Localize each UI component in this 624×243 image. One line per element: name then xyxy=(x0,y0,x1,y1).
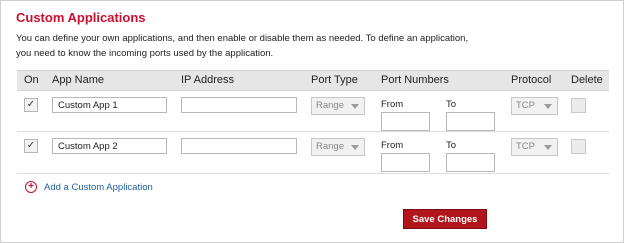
header-port-numbers: Port Numbers xyxy=(381,74,449,86)
app-name-input[interactable]: Custom App 1 xyxy=(52,97,167,113)
add-custom-application-link[interactable]: + Add a Custom Application xyxy=(25,181,153,193)
app-name-input[interactable]: Custom App 2 xyxy=(52,138,167,154)
ip-address-input[interactable] xyxy=(181,138,297,154)
ip-address-input[interactable] xyxy=(181,97,297,113)
port-to-input[interactable] xyxy=(446,112,495,131)
plus-circle-icon: + xyxy=(25,181,37,193)
port-to-input[interactable] xyxy=(446,153,495,172)
description-line-1: You can define your own applications, an… xyxy=(16,33,469,44)
port-to-label: To xyxy=(446,140,457,151)
table-header: On App Name IP Address Port Type Port Nu… xyxy=(17,70,609,91)
port-type-select[interactable]: Range xyxy=(311,138,365,156)
description-line-2: you need to know the incoming ports used… xyxy=(16,48,274,59)
add-link-label: Add a Custom Application xyxy=(44,181,153,193)
section-title: Custom Applications xyxy=(16,10,146,25)
table-row: ✓ Custom App 2 Range From To TCP xyxy=(17,132,609,174)
delete-checkbox[interactable] xyxy=(571,98,586,113)
delete-checkbox[interactable] xyxy=(571,139,586,154)
protocol-select[interactable]: TCP xyxy=(511,138,558,156)
header-port-type: Port Type xyxy=(311,74,358,86)
custom-applications-panel: Custom Applications You can define your … xyxy=(0,0,624,243)
port-type-select[interactable]: Range xyxy=(311,97,365,115)
protocol-select[interactable]: TCP xyxy=(511,97,558,115)
protocol-value: TCP xyxy=(516,100,535,111)
header-ip-address: IP Address xyxy=(181,74,234,86)
chevron-down-icon xyxy=(544,104,552,109)
chevron-down-icon xyxy=(544,145,552,150)
header-app-name: App Name xyxy=(52,74,104,86)
chevron-down-icon xyxy=(351,145,359,150)
header-protocol: Protocol xyxy=(511,74,552,86)
chevron-down-icon xyxy=(351,104,359,109)
section-description: You can define your own applications, an… xyxy=(16,31,576,61)
header-on: On xyxy=(24,74,39,86)
save-changes-button[interactable]: Save Changes xyxy=(403,209,487,229)
on-checkbox[interactable]: ✓ xyxy=(24,139,38,153)
port-from-label: From xyxy=(381,140,404,151)
port-from-input[interactable] xyxy=(381,112,430,131)
port-to-label: To xyxy=(446,99,457,110)
on-checkbox[interactable]: ✓ xyxy=(24,98,38,112)
applications-table: On App Name IP Address Port Type Port Nu… xyxy=(17,70,609,174)
port-from-input[interactable] xyxy=(381,153,430,172)
port-type-value: Range xyxy=(316,141,344,152)
protocol-value: TCP xyxy=(516,141,535,152)
header-delete: Delete xyxy=(571,74,603,86)
port-type-value: Range xyxy=(316,100,344,111)
port-from-label: From xyxy=(381,99,404,110)
table-row: ✓ Custom App 1 Range From To TCP xyxy=(17,91,609,132)
